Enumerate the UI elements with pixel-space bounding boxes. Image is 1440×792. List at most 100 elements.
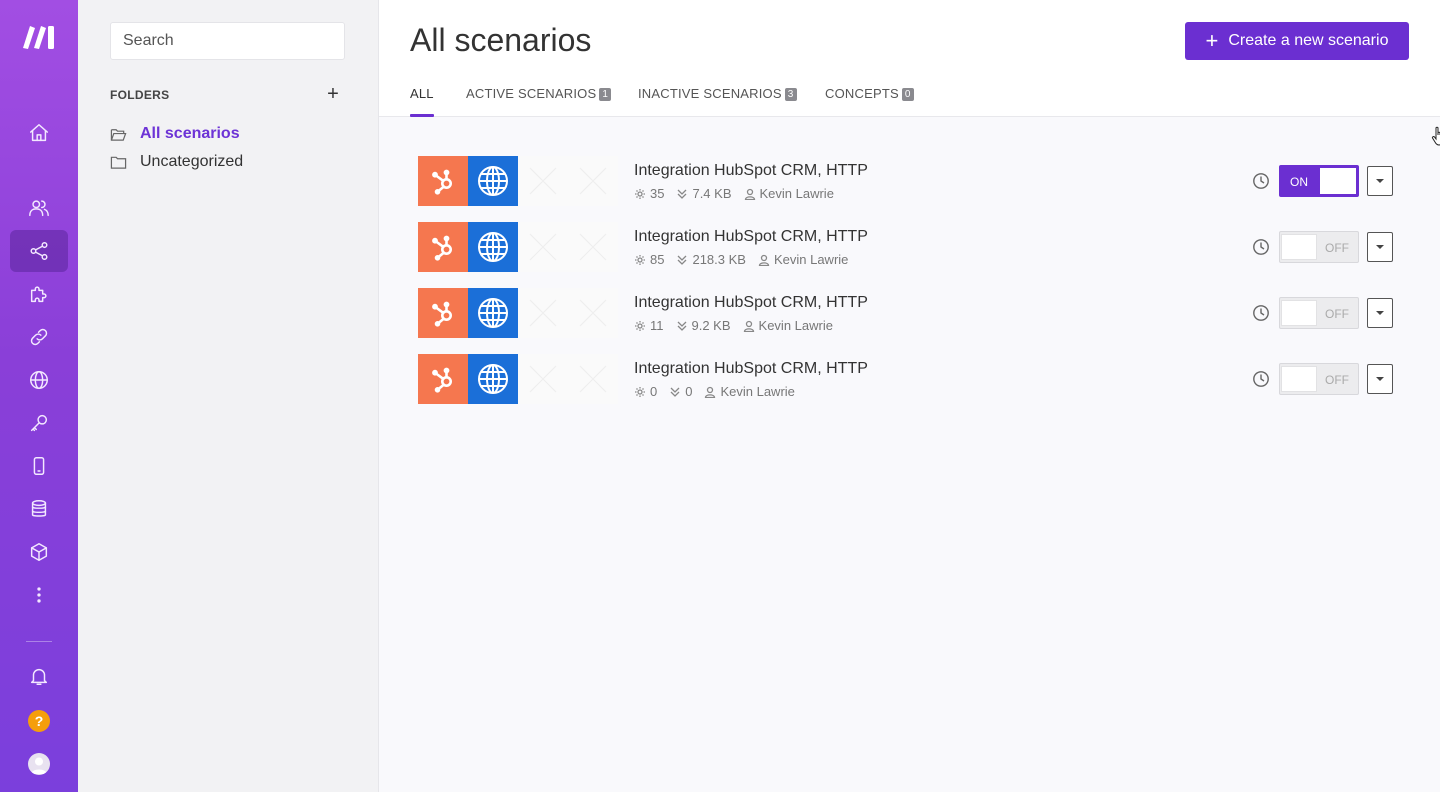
nav-scenarios[interactable] bbox=[10, 230, 68, 272]
owner-name: Kevin Lawrie bbox=[758, 318, 833, 333]
schedule-button[interactable] bbox=[1252, 304, 1270, 322]
gear-icon bbox=[635, 188, 645, 199]
scenario-options-dropdown[interactable] bbox=[1367, 364, 1393, 394]
data-size: 7.4 KB bbox=[692, 186, 732, 201]
scenario-toggle[interactable]: OFF bbox=[1279, 297, 1359, 329]
operations-stat: 85 bbox=[634, 252, 664, 267]
empty-module-tile bbox=[568, 354, 618, 404]
operations-stat: 0 bbox=[634, 384, 657, 399]
nav-devices[interactable] bbox=[10, 445, 68, 487]
nav-keys[interactable] bbox=[10, 402, 68, 444]
placeholder-icon bbox=[529, 299, 557, 327]
http-globe-icon bbox=[478, 232, 508, 262]
scenario-meta: 35 7.4 KB Kevin Lawrie bbox=[634, 186, 846, 201]
nav-apps[interactable] bbox=[10, 273, 68, 315]
placeholder-icon bbox=[529, 167, 557, 195]
nav-notifications[interactable] bbox=[10, 655, 68, 697]
owner-name: Kevin Lawrie bbox=[773, 252, 849, 267]
scenario-options-dropdown[interactable] bbox=[1367, 298, 1393, 328]
scenario-options-dropdown[interactable] bbox=[1367, 232, 1393, 262]
tab-inactive-scenarios[interactable]: INACTIVE SCENARIOS 3 bbox=[638, 86, 797, 117]
tab-label: INACTIVE SCENARIOS bbox=[638, 86, 782, 101]
empty-module-tile bbox=[518, 156, 568, 206]
folder-item-all-scenarios[interactable]: All scenarios bbox=[110, 122, 240, 146]
tab-active-scenarios[interactable]: ACTIVE SCENARIOS 1 bbox=[466, 86, 612, 117]
hubspot-icon bbox=[432, 235, 452, 261]
scenario-title[interactable]: Integration HubSpot CRM, HTTP bbox=[634, 162, 868, 180]
gear-icon bbox=[635, 254, 645, 265]
scenario-toggle[interactable]: OFF bbox=[1279, 363, 1359, 395]
folders-heading: FOLDERS bbox=[110, 88, 170, 102]
make-logo-icon[interactable] bbox=[21, 22, 57, 50]
add-folder-button[interactable]: + bbox=[324, 84, 342, 104]
placeholder-icon bbox=[529, 365, 557, 393]
scenario-meta: 0 0 Kevin Lawrie bbox=[634, 384, 807, 399]
caret-down-icon bbox=[1376, 245, 1384, 249]
schedule-button[interactable] bbox=[1252, 238, 1270, 256]
tab-count-badge: 0 bbox=[901, 88, 914, 101]
scenario-toggle[interactable]: ON bbox=[1279, 165, 1359, 197]
device-icon bbox=[33, 457, 45, 475]
scenario-meta: 85 218.3 KB Kevin Lawrie bbox=[634, 252, 860, 267]
hubspot-icon bbox=[432, 301, 452, 327]
tab-all[interactable]: ALL bbox=[410, 86, 434, 117]
search-input[interactable] bbox=[110, 22, 345, 60]
scenario-row[interactable]: Integration HubSpot CRM, HTTP 85 218.3 K… bbox=[418, 222, 1403, 272]
scenario-meta: 11 9.2 KB Kevin Lawrie bbox=[634, 318, 845, 333]
tab-concepts[interactable]: CONCEPTS 0 bbox=[825, 86, 914, 117]
placeholder-icon bbox=[579, 299, 607, 327]
scenario-title[interactable]: Integration HubSpot CRM, HTTP bbox=[634, 294, 868, 312]
operations-count: 0 bbox=[650, 384, 658, 399]
hubspot-icon bbox=[432, 367, 452, 393]
user-avatar-icon bbox=[31, 757, 47, 774]
placeholder-icon bbox=[579, 167, 607, 195]
scenario-app-tiles bbox=[418, 156, 618, 206]
nav-data-structures[interactable] bbox=[10, 531, 68, 573]
scenario-row[interactable]: Integration HubSpot CRM, HTTP 35 7.4 KB … bbox=[418, 156, 1403, 206]
tab-label: CONCEPTS bbox=[825, 86, 899, 101]
nav-home[interactable] bbox=[10, 112, 68, 154]
create-scenario-button[interactable]: + Create a new scenario bbox=[1185, 22, 1409, 60]
operations-count: 85 bbox=[650, 252, 665, 267]
database-icon bbox=[31, 500, 47, 517]
hubspot-tile bbox=[418, 288, 468, 338]
http-tile bbox=[468, 354, 518, 404]
scenario-toggle[interactable]: OFF bbox=[1279, 231, 1359, 263]
user-icon bbox=[743, 320, 754, 332]
hubspot-tile bbox=[418, 222, 468, 272]
toggle-knob bbox=[1281, 234, 1317, 260]
clock-icon bbox=[1253, 371, 1269, 387]
nav-connections[interactable] bbox=[10, 316, 68, 358]
caret-down-icon bbox=[1376, 377, 1384, 381]
help-icon[interactable]: ? bbox=[28, 710, 50, 732]
folder-label: Uncategorized bbox=[140, 153, 244, 170]
scenario-title[interactable]: Integration HubSpot CRM, HTTP bbox=[634, 228, 868, 246]
schedule-button[interactable] bbox=[1252, 172, 1270, 190]
data-transfer-stat: 0 bbox=[669, 384, 692, 399]
scenario-row[interactable]: Integration HubSpot CRM, HTTP 0 0 Kevin … bbox=[418, 354, 1403, 404]
data-transfer-stat: 7.4 KB bbox=[676, 186, 732, 201]
nav-webhooks[interactable] bbox=[10, 359, 68, 401]
nav-datastores[interactable] bbox=[10, 488, 68, 530]
avatar[interactable] bbox=[28, 753, 50, 775]
caret-down-icon bbox=[1376, 179, 1384, 183]
empty-module-tile bbox=[518, 354, 568, 404]
scenario-title[interactable]: Integration HubSpot CRM, HTTP bbox=[634, 360, 868, 378]
nav-team[interactable] bbox=[10, 187, 68, 229]
scenario-row[interactable]: Integration HubSpot CRM, HTTP 11 9.2 KB … bbox=[418, 288, 1403, 338]
hubspot-tile bbox=[418, 354, 468, 404]
schedule-button[interactable] bbox=[1252, 370, 1270, 388]
toggle-label: OFF bbox=[1325, 307, 1349, 321]
chevrons-down-icon bbox=[677, 321, 686, 331]
http-globe-icon bbox=[478, 364, 508, 394]
toggle-knob bbox=[1281, 300, 1317, 326]
team-icon bbox=[29, 200, 49, 217]
nav-more[interactable] bbox=[10, 574, 68, 616]
clock-icon bbox=[1253, 173, 1269, 189]
folder-item-uncategorized[interactable]: Uncategorized bbox=[110, 150, 243, 174]
clock-icon bbox=[1253, 239, 1269, 255]
clock-icon bbox=[1253, 305, 1269, 321]
hand-cursor-icon bbox=[1431, 126, 1440, 146]
page-title: All scenarios bbox=[410, 22, 592, 58]
scenario-options-dropdown[interactable] bbox=[1367, 166, 1393, 196]
